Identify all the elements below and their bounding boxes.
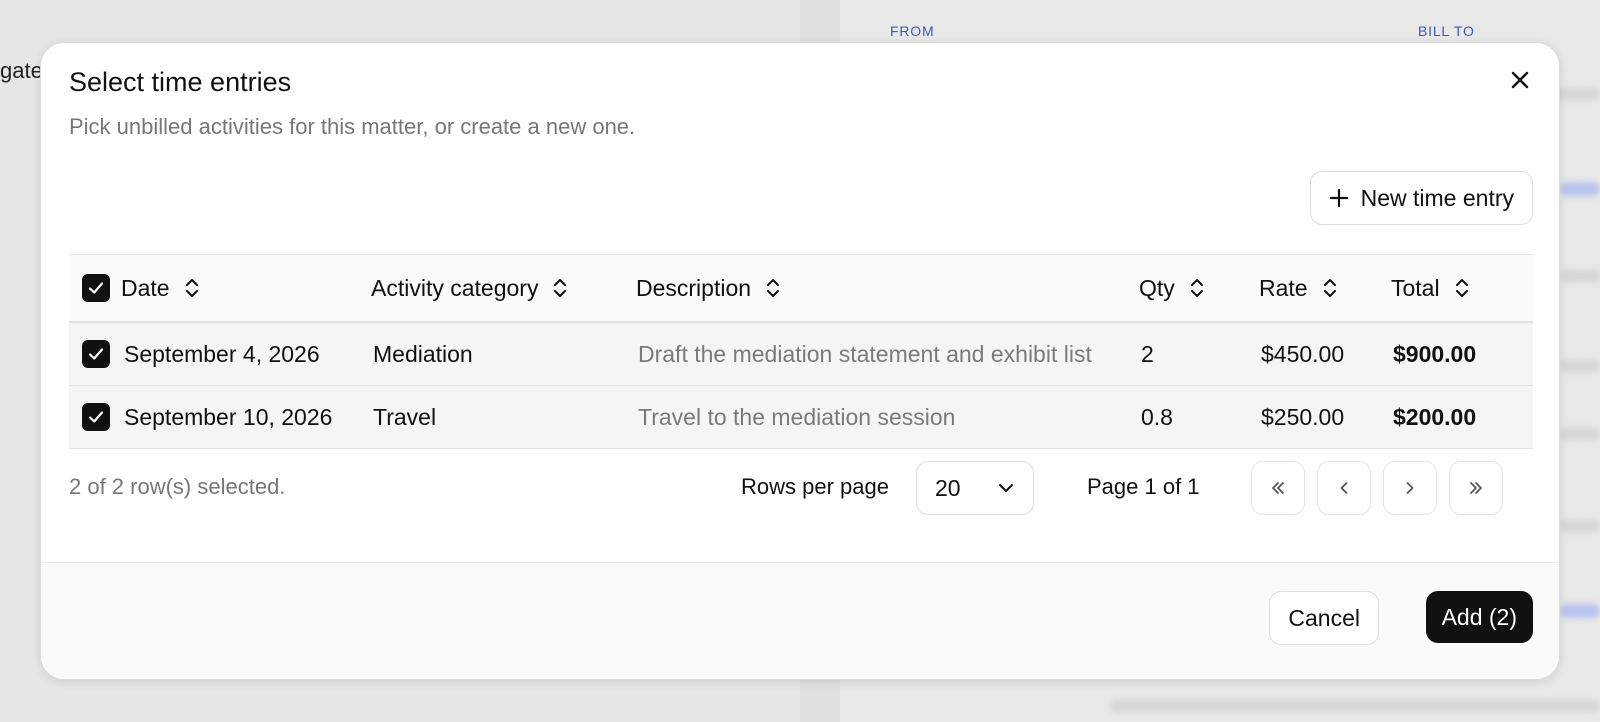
row-description: Draft the mediation statement and exhibi…	[638, 340, 1092, 367]
column-header-label: Activity category	[371, 274, 539, 301]
blurred-link	[1560, 604, 1600, 618]
chevrons-left-icon	[1272, 482, 1284, 494]
select-all-cell	[82, 255, 110, 321]
from-label: FROM	[890, 23, 935, 39]
chevron-left-icon	[1340, 482, 1348, 494]
column-header-label: Qty	[1139, 274, 1175, 301]
table-row[interactable]: September 4, 2026 Mediation Draft the me…	[69, 323, 1533, 386]
sort-icon	[1323, 279, 1336, 297]
row-category: Mediation	[373, 340, 473, 367]
blurred-line	[1110, 700, 1600, 712]
row-total: $200.00	[1393, 403, 1477, 430]
new-time-entry-label: New time entry	[1360, 184, 1514, 211]
time-entries-table: Date Activity category Description Qty R…	[69, 254, 1533, 449]
sort-icon	[554, 279, 567, 297]
column-header-label: Rate	[1259, 274, 1308, 301]
cancel-button[interactable]: Cancel	[1269, 591, 1379, 645]
column-header-qty[interactable]: Qty	[1139, 255, 1205, 321]
next-page-button[interactable]	[1383, 461, 1437, 515]
blurred-line	[1560, 520, 1600, 532]
check-icon	[88, 282, 104, 294]
row-rate: $250.00	[1261, 403, 1345, 430]
sort-icon	[1455, 279, 1468, 297]
blurred-line	[1560, 270, 1600, 282]
row-rate: $450.00	[1261, 340, 1345, 367]
new-time-entry-button[interactable]: New time entry	[1309, 171, 1533, 225]
row-qty: 2	[1141, 340, 1154, 367]
sort-icon	[767, 279, 780, 297]
background-text-fragment: gate	[0, 58, 43, 83]
chevrons-right-icon	[1470, 482, 1482, 494]
dialog-subtitle: Pick unbilled activities for this matter…	[69, 114, 636, 139]
dialog-footer: Cancel Add (2)	[41, 562, 1559, 679]
row-date: September 10, 2026	[124, 403, 333, 430]
rows-per-page-label: Rows per page	[741, 474, 889, 499]
row-qty: 0.8	[1141, 403, 1173, 430]
close-icon	[1511, 71, 1529, 89]
add-selected-button[interactable]: Add (2)	[1425, 591, 1533, 643]
column-header-total[interactable]: Total	[1391, 255, 1470, 321]
column-header-label: Description	[636, 274, 752, 301]
row-total: $900.00	[1393, 340, 1477, 367]
row-select-cell	[82, 323, 110, 385]
table-row[interactable]: September 10, 2026 Travel Travel to the …	[69, 386, 1533, 449]
column-header-activity-category[interactable]: Activity category	[371, 255, 568, 321]
select-all-checkbox[interactable]	[82, 274, 110, 302]
chevron-down-icon	[999, 484, 1013, 492]
first-page-button[interactable]	[1251, 461, 1305, 515]
bill-to-label: BILL TO	[1418, 23, 1475, 39]
row-checkbox[interactable]	[82, 340, 110, 368]
column-header-rate[interactable]: Rate	[1259, 255, 1338, 321]
sort-icon	[1190, 279, 1203, 297]
row-select-cell	[82, 386, 110, 448]
chevron-right-icon	[1406, 482, 1414, 494]
select-time-entries-dialog: Select time entries Pick unbilled activi…	[40, 42, 1560, 680]
column-header-description[interactable]: Description	[636, 255, 781, 321]
rows-per-page-select[interactable]: 20	[916, 461, 1034, 515]
last-page-button[interactable]	[1449, 461, 1503, 515]
plus-icon	[1329, 188, 1348, 208]
row-description: Travel to the mediation session	[638, 403, 956, 430]
blurred-line	[1560, 360, 1600, 372]
blurred-line	[1560, 428, 1600, 440]
row-checkbox[interactable]	[82, 403, 110, 431]
row-category: Travel	[373, 403, 437, 430]
selection-status: 2 of 2 row(s) selected.	[69, 474, 286, 499]
dialog-title: Select time entries	[69, 67, 292, 97]
row-date: September 4, 2026	[124, 340, 320, 367]
page-indicator: Page 1 of 1	[1087, 474, 1200, 499]
blurred-link	[1560, 182, 1600, 196]
sort-icon	[185, 279, 198, 297]
previous-page-button[interactable]	[1317, 461, 1371, 515]
table-header: Date Activity category Description Qty R…	[69, 254, 1533, 323]
close-button[interactable]	[1505, 65, 1535, 95]
column-header-date[interactable]: Date	[121, 255, 200, 321]
check-icon	[88, 411, 104, 423]
column-header-label: Total	[1391, 274, 1440, 301]
check-icon	[88, 348, 104, 360]
column-header-label: Date	[121, 274, 170, 301]
rows-per-page-value: 20	[935, 474, 961, 501]
